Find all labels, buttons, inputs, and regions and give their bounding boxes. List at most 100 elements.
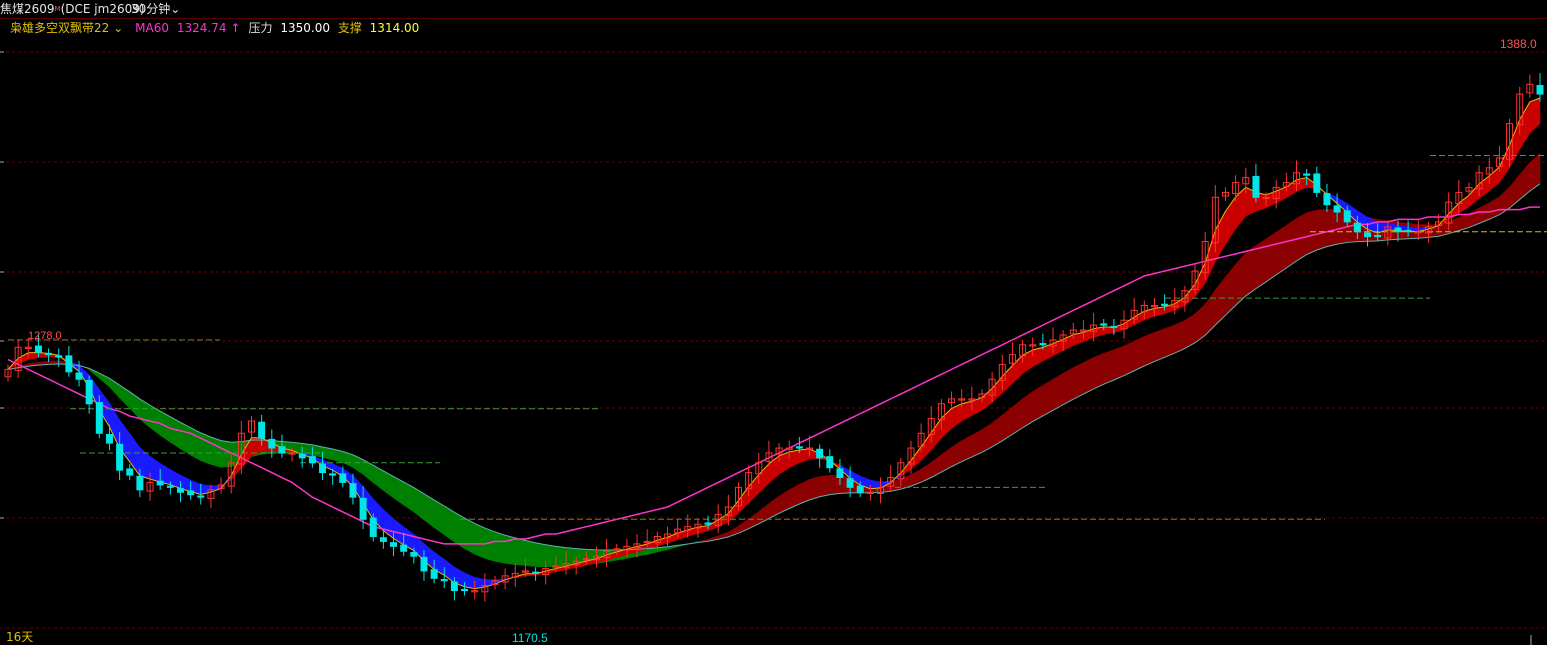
- slow-ribbon-segment: [778, 489, 790, 514]
- slow-ribbon-segment: [1509, 173, 1521, 209]
- slow-ribbon-segment: [514, 537, 526, 566]
- candle-down: [65, 355, 73, 373]
- slow-ribbon-segment: [1245, 244, 1257, 297]
- slow-ribbon-segment: [383, 470, 394, 499]
- candle-down: [85, 379, 93, 405]
- candle-down: [826, 456, 834, 469]
- slow-ribbon-segment: [1133, 335, 1145, 372]
- slow-ribbon-segment: [1032, 384, 1044, 423]
- slow-ribbon-segment: [464, 517, 476, 555]
- candle-down: [136, 475, 144, 491]
- slow-ribbon-segment: [1113, 345, 1125, 381]
- slow-ribbon-segment: [1326, 208, 1338, 248]
- slow-ribbon-segment: [829, 475, 841, 495]
- timeframe-label: 16天: [6, 630, 34, 644]
- candle-down: [795, 446, 803, 449]
- fast-ribbon-segment: [1032, 346, 1044, 367]
- fast-ribbon-segment: [17, 352, 29, 365]
- slow-ribbon-segment: [1306, 209, 1318, 256]
- candle-down: [298, 453, 306, 459]
- fast-ribbon-segment: [738, 485, 749, 515]
- candle-down: [156, 480, 164, 486]
- fast-ribbon-segment: [139, 446, 151, 480]
- candle-down: [410, 551, 418, 557]
- candle-down: [349, 483, 357, 498]
- candle-down: [116, 443, 124, 471]
- slow-ribbon-segment: [372, 464, 384, 492]
- slow-ribbon-segment: [1052, 372, 1064, 411]
- candle-down: [95, 402, 103, 434]
- candle-down: [1313, 173, 1321, 193]
- slow-ribbon-segment: [1144, 331, 1155, 367]
- candle-down: [846, 478, 854, 488]
- fast-ribbon-segment: [1215, 211, 1226, 263]
- slow-ribbon-segment: [1072, 362, 1084, 400]
- candle-down: [532, 571, 540, 574]
- candle-down: [390, 542, 398, 547]
- candle-down: [176, 488, 184, 493]
- candle-down: [400, 544, 408, 552]
- fast-ribbon-segment: [1265, 190, 1277, 209]
- candle-down: [339, 473, 347, 483]
- slow-ribbon-segment: [941, 446, 952, 473]
- candle-down: [836, 468, 844, 479]
- candle-down: [1536, 84, 1544, 95]
- slow-ribbon-segment: [535, 542, 547, 568]
- candle-down: [1100, 323, 1108, 326]
- candle-down: [1303, 173, 1311, 176]
- fast-ribbon-segment: [149, 455, 161, 483]
- slow-ribbon-segment: [1174, 319, 1186, 354]
- slow-ribbon-segment: [1286, 217, 1297, 269]
- candle-down: [450, 581, 458, 592]
- fast-ribbon-segment: [464, 572, 476, 590]
- slow-ribbon-segment: [545, 544, 557, 568]
- candle-down: [1252, 175, 1260, 198]
- candle-down: [420, 556, 428, 572]
- candle-down: [1161, 303, 1169, 306]
- fast-ribbon-segment: [27, 352, 39, 361]
- slow-ribbon-segment: [1265, 231, 1277, 283]
- candle-down: [197, 495, 205, 498]
- slow-ribbon-segment: [525, 540, 536, 567]
- high-price-label: 1388.0: [1500, 37, 1537, 51]
- fast-ribbon-segment: [1012, 354, 1023, 385]
- candle-down: [369, 517, 377, 538]
- fast-ribbon-segment: [1001, 364, 1013, 394]
- slow-ribbon-segment: [1468, 207, 1480, 228]
- candle-down: [1110, 325, 1118, 329]
- fast-ribbon-segment: [799, 448, 810, 464]
- fast-ribbon-segment: [1478, 175, 1490, 199]
- slow-ribbon-segment: [1042, 378, 1054, 417]
- slow-ribbon-segment: [819, 475, 831, 498]
- fast-ribbon-segment: [1174, 296, 1186, 311]
- candle-down: [258, 421, 266, 439]
- candle-down: [45, 352, 53, 356]
- fast-ribbon-segment: [1488, 166, 1500, 192]
- candle-down: [34, 345, 42, 353]
- ma60-line: [7, 206, 1540, 545]
- candle-down: [704, 522, 712, 525]
- slow-ribbon-segment: [494, 531, 506, 564]
- slow-ribbon-segment: [484, 527, 496, 562]
- candle-down: [268, 438, 276, 449]
- fast-ribbon-segment: [1022, 349, 1034, 375]
- candle-down: [856, 485, 864, 493]
- candle-down: [359, 497, 367, 520]
- slow-ribbon-segment: [920, 461, 932, 483]
- slow-ribbon-segment: [139, 398, 151, 429]
- fast-ribbon-segment: [1529, 97, 1541, 134]
- slow-ribbon-segment: [1204, 288, 1216, 336]
- low-price-label: 1170.5: [512, 631, 548, 645]
- candle-down: [440, 579, 448, 582]
- candle-down: [1343, 210, 1351, 223]
- candlestick-chart[interactable]: 1388.0 1170.5 1278.0: [0, 0, 1547, 645]
- candle-down: [379, 537, 387, 542]
- slow-ribbon-segment: [1225, 263, 1236, 316]
- fast-ribbon-segment: [1519, 100, 1531, 151]
- slow-ribbon-segment: [1499, 186, 1510, 216]
- candle-down: [1353, 222, 1361, 233]
- slow-ribbon-segment: [1519, 161, 1531, 201]
- candle-down: [1323, 193, 1331, 206]
- candle-down: [329, 473, 337, 476]
- candle-down: [1404, 229, 1412, 233]
